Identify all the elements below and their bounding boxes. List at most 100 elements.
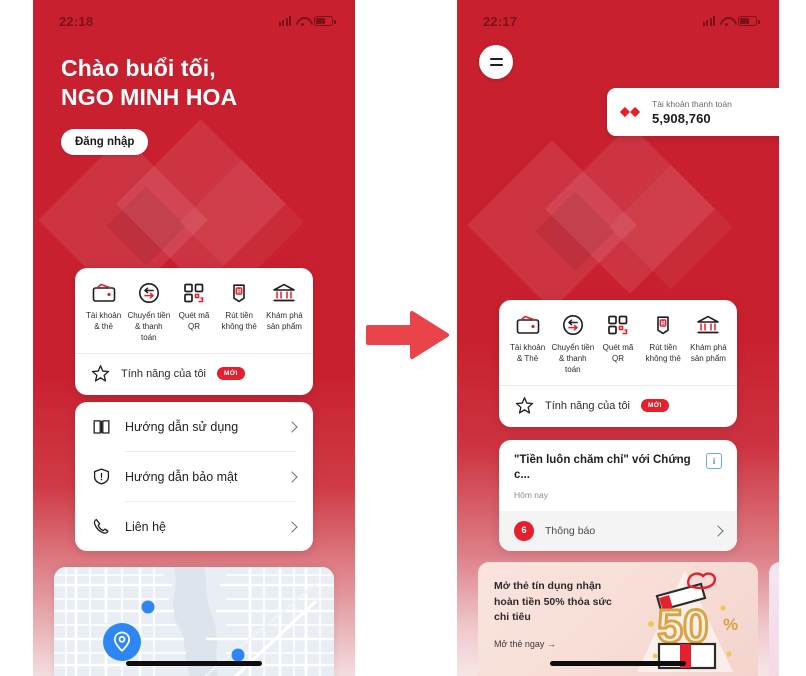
quick-action-accounts-cards[interactable]: Tài khoản & Thẻ	[505, 313, 550, 375]
promo-card-credit-cashback[interactable]: Mở thẻ tín dụng nhận hoàn tiền 50% thỏa …	[478, 562, 758, 676]
my-features-label: Tính năng của tôi	[121, 367, 207, 380]
atm-cashout-icon: $	[650, 313, 676, 337]
shield-alert-icon	[93, 468, 110, 485]
hamburger-menu-button[interactable]	[479, 45, 513, 79]
quick-action-label: Quét mã QR	[178, 311, 210, 331]
transfer-icon	[560, 313, 586, 337]
quick-action-transfer-payment[interactable]: Chuyển tiền & thanh toán	[126, 281, 171, 343]
status-badge-new: MỚI	[641, 399, 669, 413]
quick-action-qr-scan[interactable]: Quét mã QR	[595, 313, 640, 375]
notification-subtitle: Hôm nay	[514, 489, 549, 500]
transfer-icon	[136, 281, 162, 305]
hero-greeting-block: Chào buổi tối, NGO MINH HOA Đăng nhập	[33, 34, 355, 155]
menu-item-contact[interactable]: Liên hệ	[92, 502, 298, 551]
quick-action-label: Khám phá sản phẩm	[690, 343, 727, 363]
book-icon	[93, 420, 110, 434]
quick-actions-card-left: Tài khoản & thẻ Chuyển tiền & thanh toán…	[75, 268, 313, 396]
notification-header: "Tiền luôn chăm chỉ" với Chứng c... i Hô…	[499, 440, 737, 511]
account-label: Tài khoản thanh toán	[652, 98, 732, 109]
quick-action-explore-products[interactable]: Khám phá sản phẩm	[262, 281, 307, 343]
status-time: 22:17	[483, 13, 518, 29]
star-outline-icon	[91, 365, 110, 382]
phone-right-screen: 22:17 Tài khoản thanh toán 5,908,760 Tài…	[457, 0, 779, 676]
quick-action-label: Rút tiền không thẻ	[645, 343, 681, 363]
promo-card-secondary[interactable]: N g m K	[769, 562, 779, 676]
page-title: Chào buổi tối, NGO MINH HOA	[61, 54, 327, 113]
hamburger-menu-icon-line2	[489, 63, 503, 66]
quick-actions-card-right: Tài khoản & Thẻ Chuyển tiền & thanh toán…	[499, 300, 737, 428]
map-dot	[141, 600, 155, 614]
atm-cashout-icon: $	[226, 281, 252, 305]
map-canvas	[54, 567, 334, 676]
comparison-stage: 22:18 Chào buổi tối, NGO MINH HOA Đăng n…	[0, 0, 806, 676]
account-balance-card[interactable]: Tài khoản thanh toán 5,908,760	[607, 88, 779, 136]
notification-row-label: Thông báo	[545, 524, 596, 537]
menu-item-user-guide[interactable]: Hướng dẫn sử dụng	[92, 402, 298, 451]
quick-action-cardless-withdraw[interactable]: $ Rút tiền không thẻ	[641, 313, 686, 375]
account-info: Tài khoản thanh toán 5,908,760	[652, 99, 732, 126]
info-glyph: i	[712, 456, 716, 466]
quick-action-qr-scan[interactable]: Quét mã QR	[171, 281, 216, 343]
quick-action-label: Khám phá sản phẩm	[266, 311, 303, 331]
phone-left-screen: 22:18 Chào buổi tối, NGO MINH HOA Đăng n…	[33, 0, 355, 676]
status-icons	[702, 16, 760, 26]
quick-action-label: Tài khoản & Thẻ	[510, 343, 546, 363]
promo-carousel: Mở thẻ tín dụng nhận hoàn tiền 50% thỏa …	[478, 562, 779, 676]
help-menu-card: Hướng dẫn sử dụng Hướng dẫn bảo mật Liên…	[75, 402, 313, 551]
login-button[interactable]: Đăng nhập	[61, 128, 149, 155]
quick-action-label: Chuyển tiền & thanh toán	[127, 311, 171, 342]
menu-item-label: Liên hệ	[125, 519, 167, 534]
status-icons	[278, 16, 336, 26]
promo-text-block: Mở thẻ tín dụng nhận hoàn tiền 50% thỏa …	[494, 579, 644, 649]
status-bar-left: 22:18	[33, 0, 355, 34]
info-icon[interactable]: i	[706, 453, 722, 469]
home-indicator-right	[550, 661, 686, 666]
home-indicator-left	[126, 661, 262, 666]
notification-card: "Tiền luôn chăm chỉ" với Chứng c... i Hô…	[499, 440, 737, 551]
my-features-row[interactable]: Tính năng của tôi MỚI	[75, 354, 313, 395]
greeting-line-2: NGO MINH HOA	[61, 84, 238, 111]
chevron-right-icon	[712, 525, 724, 537]
account-balance-value: 5,908,760	[652, 110, 711, 126]
cellular-signal-icon	[702, 16, 715, 26]
phone-icon	[93, 518, 109, 534]
hsbc-diamond-logo	[619, 106, 641, 118]
status-time: 22:18	[59, 13, 94, 29]
notification-row[interactable]: 6 Thông báo	[499, 510, 737, 551]
quick-action-transfer-payment[interactable]: Chuyển tiền & thanh toán	[550, 313, 595, 375]
quick-action-explore-products[interactable]: Khám phá sản phẩm	[686, 313, 731, 375]
quick-actions-row: Tài khoản & Thẻ Chuyển tiền & thanh toán…	[499, 300, 737, 385]
notification-title-row: "Tiền luôn chăm chỉ" với Chứng c... i	[514, 453, 722, 483]
bank-building-icon	[271, 281, 297, 305]
chevron-right-icon	[286, 420, 298, 433]
menu-item-label: Hướng dẫn sử dụng	[125, 419, 239, 434]
menu-item-label: Hướng dẫn bảo mật	[125, 469, 238, 484]
battery-icon	[738, 16, 760, 26]
cellular-signal-icon	[278, 16, 291, 26]
greeting-line-1: Chào buổi tối,	[61, 55, 216, 81]
qr-scan-icon	[181, 281, 207, 305]
promo-headline: Mở thẻ tín dụng nhận hoàn tiền 50% thỏa …	[494, 580, 612, 624]
star-outline-icon	[515, 397, 534, 414]
phone-right: 22:17 Tài khoản thanh toán 5,908,760 Tài…	[457, 0, 779, 676]
my-features-label: Tính năng của tôi	[545, 399, 631, 412]
quick-action-label: Chuyển tiền & thanh toán	[551, 343, 595, 374]
my-features-row[interactable]: Tính năng của tôi MỚI	[499, 386, 737, 427]
wifi-icon	[296, 16, 309, 26]
quick-action-accounts-cards[interactable]: Tài khoản & thẻ	[81, 281, 126, 343]
bank-building-icon	[695, 313, 721, 337]
quick-action-label: Rút tiền không thẻ	[221, 311, 257, 331]
menu-item-security-guide[interactable]: Hướng dẫn bảo mật	[92, 452, 298, 501]
map-preview[interactable]	[54, 567, 334, 676]
quick-action-label: Quét mã QR	[602, 343, 634, 363]
quick-action-cardless-withdraw[interactable]: $ Rút tiền không thẻ	[217, 281, 262, 343]
status-badge-new: MỚI	[217, 367, 245, 381]
wifi-icon	[720, 16, 733, 26]
chevron-right-icon	[286, 470, 298, 483]
quick-actions-row: Tài khoản & thẻ Chuyển tiền & thanh toán…	[75, 268, 313, 353]
gift-box-50-percent-icon: 50 %	[637, 570, 738, 672]
notification-count-badge: 6	[514, 520, 534, 541]
chevron-right-icon	[286, 520, 298, 533]
status-bar-right: 22:17	[457, 0, 779, 34]
promo-cta-link[interactable]: Mở thẻ ngay →	[494, 639, 644, 649]
